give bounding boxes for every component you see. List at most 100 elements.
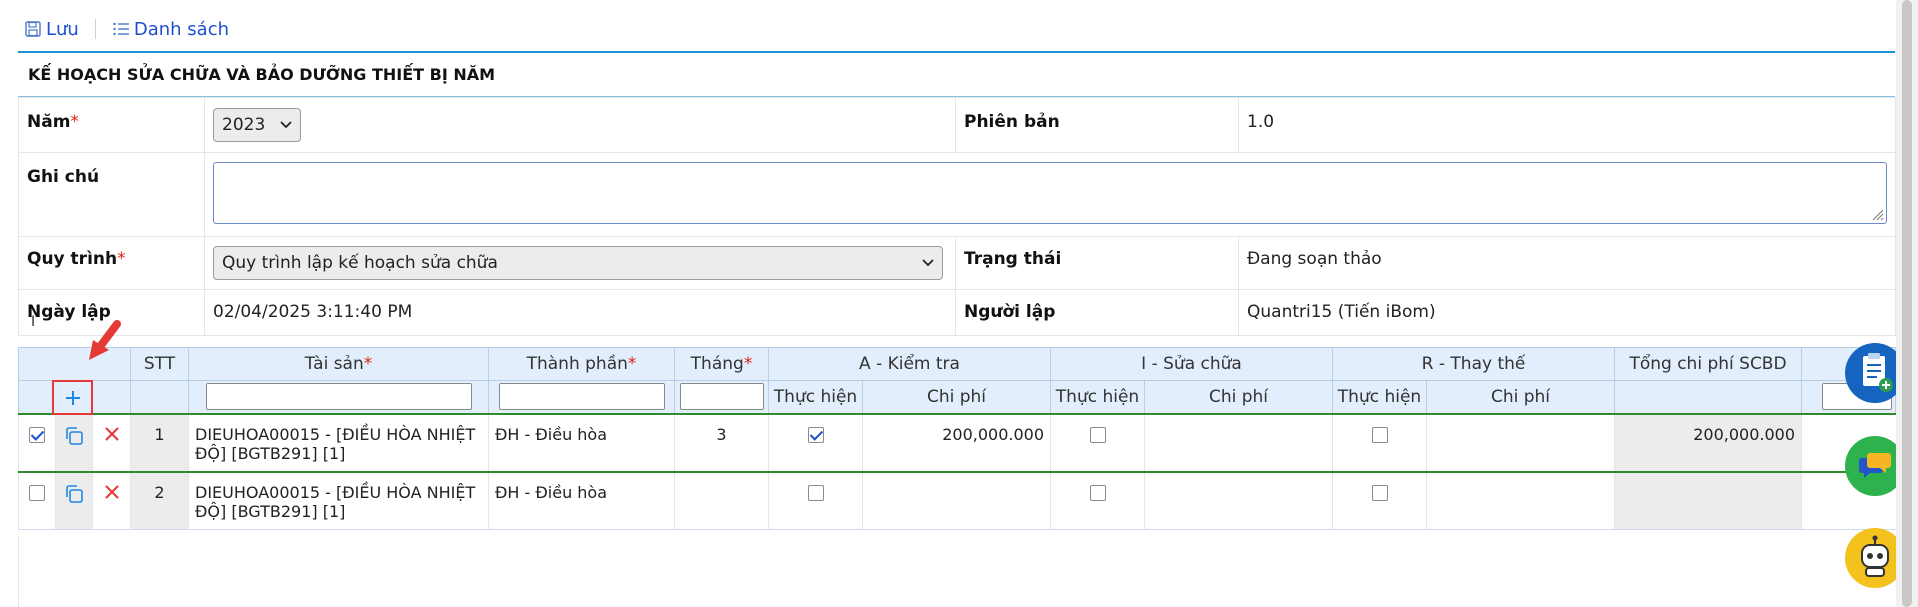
a-cost-cell[interactable]: 200,000.000 [862, 412, 1051, 473]
r-done-checkbox[interactable] [1371, 485, 1388, 501]
scrollbar-thumb[interactable] [1902, 0, 1912, 607]
process-select[interactable]: Quy trình lập kế hoạch sửa chữa [213, 246, 943, 280]
process-label-cell: Quy trình* [18, 236, 205, 290]
copy-icon[interactable] [63, 483, 85, 505]
row-checkbox[interactable] [29, 427, 45, 443]
a-cost-cell[interactable] [862, 471, 1051, 530]
process-select-value: Quy trình lập kế hoạch sửa chữa [222, 253, 498, 273]
r-cost-cell[interactable] [1425, 412, 1615, 473]
close-icon[interactable] [103, 483, 121, 501]
r-cost-cell[interactable] [1425, 471, 1615, 530]
grid-left-border [18, 537, 19, 607]
grid-body: 1 DIEUHOA00015 - [ĐIỀU HÒA NHIỆT ĐỘ] [BG… [18, 412, 1896, 530]
toolbar-divider [94, 19, 96, 39]
asset-header: Tài sản* [188, 347, 489, 381]
row-select-cell [18, 471, 56, 530]
year-select[interactable]: 2023 [213, 108, 301, 142]
a-done-checkbox[interactable] [807, 427, 824, 443]
note-value-cell [204, 152, 1896, 237]
status-label-cell: Trạng thái [955, 236, 1239, 290]
plan-form-panel: KẾ HOẠCH SỬA CHỮA VÀ BẢO DƯỠNG THIẾT BỊ … [18, 51, 1896, 336]
plan-detail-grid: STT Tài sản* Thành phần* Tháng* A - Kiểm… [18, 347, 1897, 530]
resize-grip-icon[interactable] [1870, 207, 1884, 221]
required-mark: * [70, 112, 79, 132]
required-mark: * [743, 354, 753, 374]
note-label-cell: Ghi chú [18, 152, 205, 237]
r-done-subheader: Thực hiện [1332, 380, 1427, 414]
list-button[interactable]: Danh sách [112, 19, 229, 40]
asset-cell[interactable]: DIEUHOA00015 - [ĐIỀU HÒA NHIỆT ĐỘ] [BGTB… [188, 471, 489, 530]
asset-header-label: Tài sản [304, 354, 364, 374]
r-done-cell [1332, 471, 1427, 530]
toolbar: Lưu Danh sách [24, 14, 229, 44]
table-row[interactable]: 1 DIEUHOA00015 - [ĐIỀU HÒA NHIỆT ĐỘ] [BG… [18, 412, 1896, 473]
i-cost-cell[interactable] [1144, 412, 1333, 473]
copy-cell [55, 471, 93, 530]
save-button[interactable]: Lưu [24, 19, 79, 40]
form-fields: Năm* 2023 Phiên bản 1.0 Ghi chú Quy trìn… [18, 97, 1896, 336]
process-value-cell: Quy trình lập kế hoạch sửa chữa [204, 236, 956, 290]
total-filter-cell [1614, 380, 1803, 414]
month-filter-input[interactable] [679, 383, 764, 411]
add-row-button[interactable] [52, 380, 93, 415]
note-textarea[interactable] [213, 162, 1887, 224]
version-label: Phiên bản [964, 112, 1060, 132]
plus-icon [65, 390, 80, 405]
asset-filter-input[interactable] [205, 383, 472, 411]
stt-cell: 2 [130, 471, 189, 530]
version-label-cell: Phiên bản [955, 97, 1239, 153]
component-cell[interactable]: ĐH - Điều hòa [488, 471, 675, 530]
vertical-scrollbar[interactable] [1896, 0, 1918, 607]
process-label: Quy trình [27, 249, 118, 269]
i-done-checkbox[interactable] [1089, 485, 1106, 501]
month-header: Tháng* [674, 347, 769, 381]
stt-filter-cell [130, 380, 189, 414]
i-done-cell [1050, 471, 1145, 530]
required-mark: * [627, 354, 637, 374]
form-title: KẾ HOẠCH SỬA CHỮA VÀ BẢO DƯỠNG THIẾT BỊ … [18, 53, 1895, 97]
created-date-value-cell: 02/04/2025 3:11:40 PM [204, 289, 956, 336]
list-icon [113, 22, 129, 36]
month-cell[interactable] [674, 471, 769, 530]
total-cell [1614, 471, 1802, 530]
month-filter-cell [674, 380, 769, 414]
add-row-cell [18, 380, 131, 415]
a-done-checkbox[interactable] [807, 485, 824, 501]
close-icon[interactable] [103, 425, 121, 443]
a-done-cell [768, 412, 863, 473]
chevron-down-icon [922, 259, 934, 267]
status-label: Trạng thái [964, 249, 1062, 269]
list-label: Danh sách [133, 18, 230, 40]
copy-cell [55, 412, 93, 473]
month-cell[interactable]: 3 [674, 412, 769, 473]
copy-icon[interactable] [63, 425, 85, 447]
i-done-checkbox[interactable] [1089, 427, 1106, 443]
group-a-header: A - Kiểm tra [768, 347, 1051, 381]
component-filter-input[interactable] [498, 383, 665, 411]
a-done-subheader: Thực hiện [768, 380, 863, 414]
year-label-cell: Năm* [18, 97, 205, 153]
i-cost-cell[interactable] [1144, 471, 1333, 530]
month-header-label: Tháng [690, 354, 744, 374]
asset-cell[interactable]: DIEUHOA00015 - [ĐIỀU HÒA NHIỆT ĐỘ] [BGTB… [188, 412, 489, 473]
created-date-value: 02/04/2025 3:11:40 PM [213, 302, 413, 322]
delete-cell [92, 412, 131, 473]
creator-label-cell: Người lập [955, 289, 1239, 336]
component-cell[interactable]: ĐH - Điều hòa [488, 412, 675, 473]
floppy-icon [25, 21, 41, 37]
required-mark: * [363, 354, 373, 374]
note-label: Ghi chú [27, 167, 100, 187]
r-done-checkbox[interactable] [1371, 427, 1388, 443]
component-header-label: Thành phần [526, 354, 628, 374]
table-row[interactable]: 2 DIEUHOA00015 - [ĐIỀU HÒA NHIỆT ĐỘ] [BG… [18, 471, 1896, 530]
a-done-cell [768, 471, 863, 530]
version-value-cell: 1.0 [1238, 97, 1896, 153]
row-checkbox[interactable] [29, 485, 45, 501]
year-value-cell: 2023 [204, 97, 956, 153]
group-i-header: I - Sửa chữa [1050, 347, 1333, 381]
group-r-header: R - Thay thế [1331, 347, 1616, 381]
creator-label: Người lập [964, 302, 1056, 322]
chevron-down-icon [280, 121, 292, 129]
stt-cell: 1 [130, 412, 189, 473]
total-cell: 200,000.000 [1614, 412, 1802, 473]
